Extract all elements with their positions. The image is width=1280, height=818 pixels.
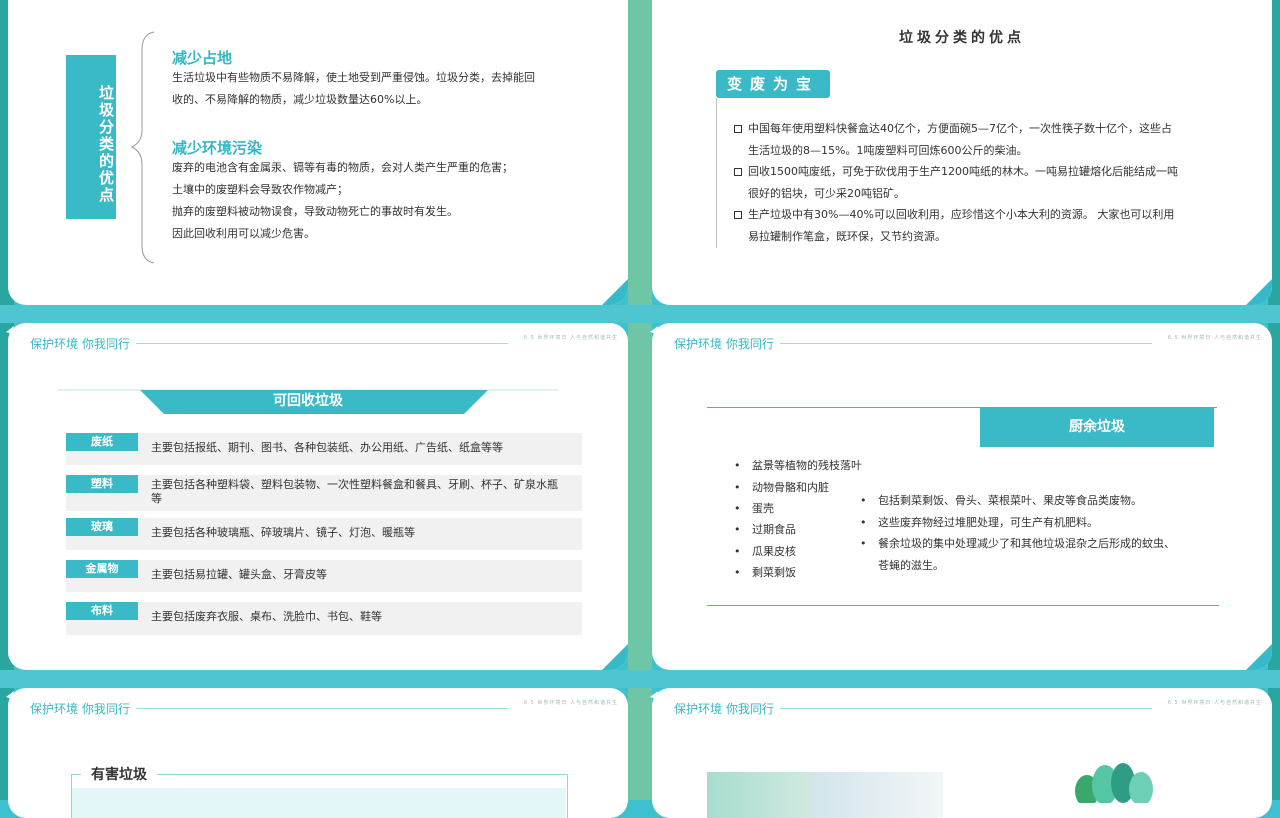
header-subtitle: 6.5 世界环境日 人与自然和谐共生 — [523, 700, 618, 706]
table-row: 金属物 主要包括易拉罐、罐头盒、牙膏皮等 — [66, 560, 582, 592]
corner-decoration — [602, 279, 628, 305]
photo-image — [809, 772, 943, 818]
section-banner: 可回收垃圾 — [58, 388, 558, 418]
section-title-reduce-land: 减少占地 — [172, 49, 233, 67]
table-row: 布料 主要包括废弃衣服、桌布、洗脸巾、书包、鞋等 — [66, 602, 582, 635]
slide-pictures[interactable]: 保护环境 你我同行 6.5 世界环境日 人与自然和谐共生 — [652, 688, 1272, 818]
header-slogan: 保护环境 你我同行 — [674, 702, 774, 716]
slide-recyclable-waste[interactable]: 保护环境 你我同行 6.5 世界环境日 人与自然和谐共生 可回收垃圾 废纸 主要… — [8, 323, 628, 670]
slide-benefits-land[interactable]: 垃圾分类的优点 减少占地 生活垃圾中有些物质不易降解，使土地受到严重侵蚀。垃圾分… — [8, 0, 628, 305]
section-text-reduce-pollution: 废弃的电池含有金属汞、镉等有毒的物质，会对人类产生严重的危害； 土壤中的废塑料会… — [172, 161, 513, 240]
brace-icon — [130, 31, 155, 264]
slide-header: 保护环境 你我同行 6.5 世界环境日 人与自然和谐共生 — [652, 688, 1272, 728]
slide-title: 垃圾分类的优点 — [899, 30, 1025, 46]
list-item: 中国每年使用塑料快餐盒达40亿个，方便面碗5—7亿个，一次性筷子数十亿个，这些占… — [734, 118, 1214, 162]
list-item: • 餐余垃圾的集中处理减少了和其他垃圾混杂之后形成的蚊虫、 — [860, 537, 1175, 550]
corner-decoration — [602, 644, 628, 670]
header-subtitle: 6.5 世界环境日 人与自然和谐共生 — [1167, 335, 1262, 341]
header-slogan: 保护环境 你我同行 — [674, 337, 774, 351]
section-title: 有害垃圾 — [81, 764, 157, 784]
slide-header: 保护环境 你我同行 6.5 世界环境日 人与自然和谐共生 — [8, 323, 628, 363]
list-item: • 蛋壳 — [734, 502, 774, 515]
content-fill — [72, 788, 566, 818]
header-subtitle: 6.5 世界环境日 人与自然和谐共生 — [523, 335, 618, 341]
table-row: 塑料 主要包括各种塑料袋、塑料包装物、一次性塑料餐盒和餐具、牙刷、杯子、矿泉水瓶… — [66, 475, 582, 511]
section-badge: 变废为宝 — [716, 70, 830, 98]
list-item: 生产垃圾中有30%—40%可以回收利用，应珍惜这个小本大利的资源。 大家也可以利… — [734, 204, 1214, 248]
list-item: • 过期食品 — [734, 523, 796, 536]
slide-kitchen-waste[interactable]: 保护环境 你我同行 6.5 世界环境日 人与自然和谐共生 厨余垃圾 • 盆景等植物… — [652, 323, 1272, 670]
list-item: • 动物骨骼和内脏 — [734, 481, 829, 494]
header-slogan: 保护环境 你我同行 — [30, 702, 130, 716]
section-title-reduce-pollution: 减少环境污染 — [172, 139, 263, 157]
slide-header: 保护环境 你我同行 6.5 世界环境日 人与自然和谐共生 — [8, 688, 628, 728]
vertical-title-tag: 垃圾分类的优点 — [66, 55, 116, 219]
square-bullet-icon — [734, 125, 742, 133]
section-badge: 厨余垃圾 — [980, 408, 1214, 447]
list-item: 回收1500吨废纸，可免于砍伐用于生产1200吨纸的林木。一吨易拉罐熔化后能结成… — [734, 161, 1214, 205]
list-item: • 瓜果皮核 — [734, 545, 796, 558]
slide-hazardous-waste[interactable]: 保护环境 你我同行 6.5 世界环境日 人与自然和谐共生 有害垃圾 — [8, 688, 628, 818]
section-text-reduce-land: 生活垃圾中有些物质不易降解，使土地受到严重侵蚀。垃圾分类，去掉能回 收的、不易降… — [172, 71, 535, 106]
header-subtitle: 6.5 世界环境日 人与自然和谐共生 — [1167, 700, 1262, 706]
slide-benefits-recycle[interactable]: 垃圾分类的优点 变废为宝 中国每年使用塑料快餐盒达40亿个，方便面碗5—7亿个，… — [652, 0, 1272, 305]
list-item: • 剩菜剩饭 — [734, 566, 796, 579]
square-bullet-icon — [734, 168, 742, 176]
list-item-continuation: 苍蝇的滋生。 — [878, 559, 944, 572]
corner-decoration — [1246, 644, 1272, 670]
corner-decoration — [1246, 279, 1272, 305]
divider-line — [716, 98, 717, 248]
bottom-divider — [707, 605, 1219, 606]
list-item: • 这些废弃物经过堆肥处理，可生产有机肥料。 — [860, 516, 1098, 529]
header-slogan: 保护环境 你我同行 — [30, 337, 130, 351]
square-bullet-icon — [734, 211, 742, 219]
list-item: • 盆景等植物的残枝落叶 — [734, 459, 862, 472]
list-item: • 包括剩菜剩饭、骨头、菜根菜叶、果皮等食品类废物。 — [860, 494, 1142, 507]
photo-image — [707, 772, 809, 818]
table-row: 废纸 主要包括报纸、期刊、图书、各种包装纸、办公用纸、广告纸、纸盒等等 — [66, 433, 582, 465]
slide-header: 保护环境 你我同行 6.5 世界环境日 人与自然和谐共生 — [652, 323, 1272, 363]
table-row: 玻璃 主要包括各种玻璃瓶、碎玻璃片、镜子、灯泡、暖瓶等 — [66, 518, 582, 550]
trees-illustration-icon — [1075, 763, 1153, 803]
